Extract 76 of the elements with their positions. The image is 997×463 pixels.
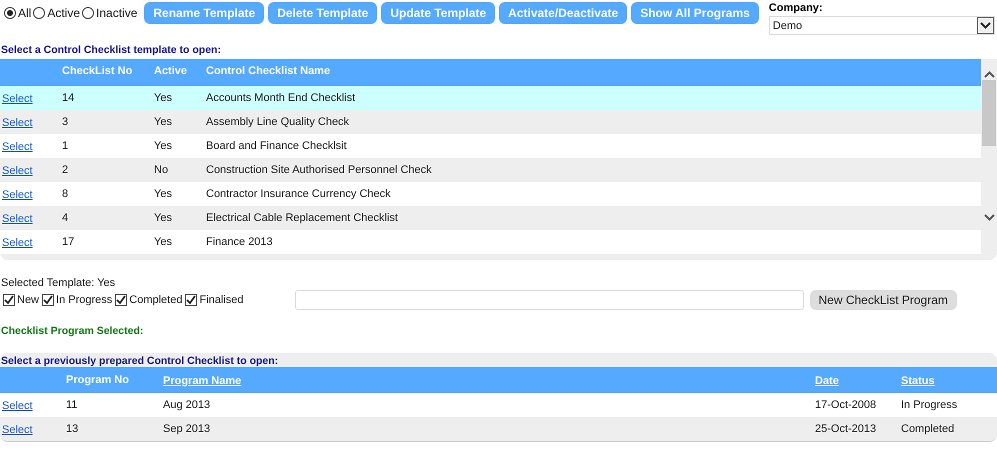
program-name-field[interactable] xyxy=(294,290,804,310)
section-title: Select a Control Checklist template to open: xyxy=(0,44,222,56)
table-cell-text: 1 xyxy=(62,140,70,152)
table-cell-text: 13 xyxy=(66,423,80,435)
checkbox[interactable] xyxy=(185,294,198,306)
company-label: Company: xyxy=(768,2,824,14)
table-cell-text: No xyxy=(154,164,170,176)
table-cell-text: Sep 2013 xyxy=(163,423,212,435)
scroll-down-icon[interactable] xyxy=(984,214,994,221)
select-link[interactable]: Select xyxy=(0,237,33,249)
table-cell-text: Finance 2013 xyxy=(206,236,274,248)
table-cell-text: 11 xyxy=(66,399,78,411)
checkbox-label[interactable]: In Progress xyxy=(56,294,112,306)
scroll-up-icon[interactable] xyxy=(984,71,994,78)
radio-button[interactable] xyxy=(33,7,46,19)
select-link[interactable]: Select xyxy=(0,189,33,201)
table-cell-text: 2 xyxy=(62,164,70,176)
program-selected-text: Checklist Program Selected: xyxy=(0,325,144,337)
radio-label[interactable]: All xyxy=(18,6,32,20)
table-cell-text: Yes xyxy=(154,92,173,104)
table-cell-text: Assembly Line Quality Check xyxy=(206,116,350,128)
radio-button[interactable] xyxy=(4,7,16,19)
new-program-button[interactable]: New CheckList Program xyxy=(810,290,957,310)
table-cell-text: 4 xyxy=(62,212,70,224)
table-cell-text: Electrical Cable Replacement Checklist xyxy=(206,212,399,224)
table-cell-text: Completed xyxy=(901,423,956,435)
table-cell-text: Yes xyxy=(154,212,173,224)
table-row[interactable]: Select 17 Yes Finance 2013 xyxy=(0,230,981,254)
check-icon xyxy=(43,295,54,305)
table-cell-text: 14 xyxy=(62,92,76,104)
table-cell-text: Yes xyxy=(154,236,173,248)
table-cell-text: 25-Oct-2013 xyxy=(815,423,878,435)
column-header: Program No xyxy=(66,374,130,386)
column-header: Active xyxy=(154,65,188,77)
table-cell-text: Yes xyxy=(154,140,173,152)
company-select[interactable]: Demo xyxy=(768,16,995,35)
select-link[interactable]: Select xyxy=(0,424,33,436)
checkbox[interactable] xyxy=(115,294,128,306)
table-cell-text: Accounts Month End Checklist xyxy=(206,92,356,104)
table-cell-text: Contractor Insurance Currency Check xyxy=(206,188,392,200)
table-cell-text: Construction Site Authorised Personnel Check xyxy=(206,164,433,176)
section-title: Select a previously prepared Control Checklist to open: xyxy=(0,355,280,367)
table-cell-text: Aug 2013 xyxy=(163,399,212,411)
scroll-thumb[interactable] xyxy=(982,80,996,146)
table-cell-text: 17 xyxy=(62,236,76,248)
check-icon xyxy=(186,295,196,305)
checkbox[interactable] xyxy=(42,294,54,306)
select-link[interactable]: Select xyxy=(0,400,33,412)
table-cell-text: Yes xyxy=(154,116,173,128)
select-link[interactable]: Select xyxy=(0,165,33,177)
radio-button[interactable] xyxy=(82,7,94,19)
radio-label[interactable]: Active xyxy=(47,6,80,20)
table-row[interactable]: Select 8 Yes Contractor Insurance Currency Check xyxy=(0,182,981,206)
table-cell-text: 8 xyxy=(62,188,70,200)
checkbox[interactable] xyxy=(3,294,15,306)
column-header: CheckList No xyxy=(62,65,134,77)
table-cell-text: 3 xyxy=(62,116,70,128)
table-row[interactable]: Select 1 Yes Board and Finance Checklsit xyxy=(0,134,981,158)
table-cell-text: Yes xyxy=(154,188,173,200)
select-link[interactable]: Select xyxy=(0,93,33,105)
select-link[interactable]: Select xyxy=(0,117,33,129)
column-header: Control Checklist Name xyxy=(206,65,332,77)
table-cell-text: 17-Oct-2008 xyxy=(815,399,878,411)
radio-label[interactable]: Inactive xyxy=(96,6,138,20)
checkbox-label[interactable]: New xyxy=(17,294,40,306)
checkbox-label[interactable]: Finalised xyxy=(199,294,244,306)
checkbox-label[interactable]: Completed xyxy=(129,294,182,306)
selected-template-text: Selected Template: Yes xyxy=(0,277,116,289)
select-link[interactable]: Select xyxy=(0,213,33,225)
select-link[interactable]: Select xyxy=(0,141,33,153)
table-cell-text: In Progress xyxy=(901,399,958,411)
caret-icon[interactable] xyxy=(976,17,994,34)
table-cell-text: Board and Finance Checklsit xyxy=(206,140,348,152)
check-icon xyxy=(116,295,126,305)
check-icon xyxy=(4,295,14,305)
table-row[interactable]: Select 14 Yes Accounts Month End Checklist xyxy=(0,86,981,110)
